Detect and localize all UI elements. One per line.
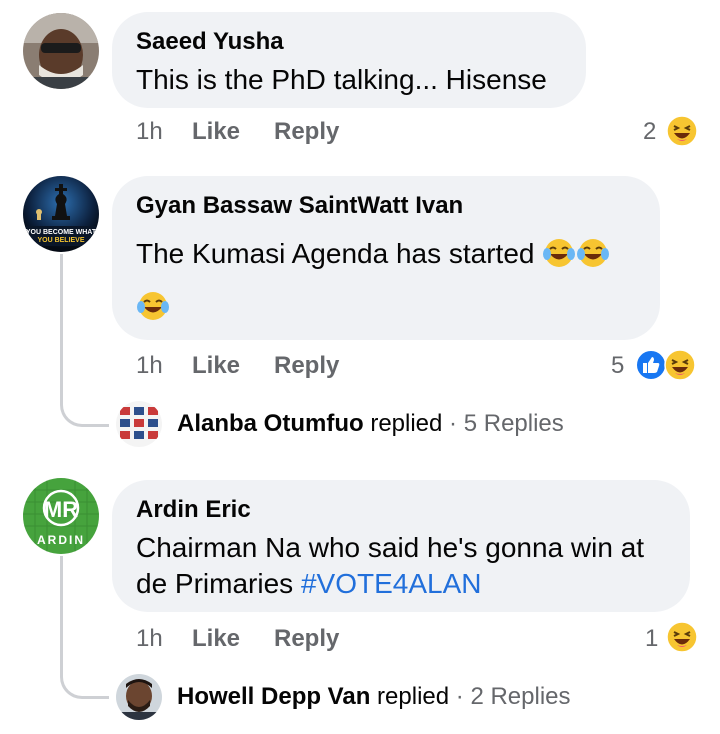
comment-time[interactable]: 1h <box>136 118 163 146</box>
replied-label: replied <box>370 410 443 437</box>
haha-icon[interactable] <box>664 349 696 386</box>
reaction-count[interactable]: 5 <box>611 352 624 380</box>
hashtag-link[interactable]: #VOTE4ALAN <box>301 568 482 599</box>
joy-emoji-icon <box>576 237 610 278</box>
reply-button[interactable]: Reply <box>274 625 339 653</box>
comment-text-content: The Kumasi Agenda has started <box>136 238 535 269</box>
reply-author: Howell Depp Van <box>177 683 371 710</box>
like-button[interactable]: Like <box>192 625 240 653</box>
avatar-saeed-yusha[interactable] <box>23 13 99 89</box>
avatar-photo: MR ARDIN <box>23 478 99 554</box>
avatar-photo <box>116 674 162 720</box>
avatar-photo <box>116 401 162 447</box>
view-replies-link[interactable]: Alanba Otumfuo replied · 5 Replies <box>177 410 564 438</box>
avatar-photo <box>23 13 99 89</box>
thread-connector <box>60 556 109 699</box>
haha-icon[interactable] <box>666 115 698 152</box>
comment-author[interactable]: Gyan Bassaw SaintWatt Ivan <box>136 192 463 220</box>
joy-emoji-icon <box>136 290 170 327</box>
reply-author: Alanba Otumfuo <box>177 410 364 437</box>
reply-separator: · <box>455 683 464 710</box>
joy-emoji-icon <box>542 237 576 278</box>
comment-text: This is the PhD talking... Hisense <box>136 64 547 95</box>
like-button[interactable]: Like <box>192 118 240 146</box>
like-icon[interactable] <box>634 348 668 387</box>
like-button[interactable]: Like <box>192 352 240 380</box>
reply-separator: · <box>449 410 458 437</box>
avatar-caption: ARDIN <box>37 533 85 547</box>
avatar-gyan-bassaw[interactable]: YOU BECOME WHAT YOU BELIEVE <box>23 176 99 252</box>
avatar-letters: MR <box>44 497 78 522</box>
reply-count: 5 Replies <box>463 410 564 437</box>
thread-connector <box>60 254 109 427</box>
reply-button[interactable]: Reply <box>274 352 339 380</box>
reply-button[interactable]: Reply <box>274 118 339 146</box>
comment-author[interactable]: Saeed Yusha <box>136 28 284 56</box>
comment-text-line: de Primaries <box>136 568 294 599</box>
reaction-count[interactable]: 1 <box>645 625 658 653</box>
avatar-photo: YOU BECOME WHAT YOU BELIEVE <box>23 176 99 252</box>
comment-time[interactable]: 1h <box>136 352 163 380</box>
view-replies-link[interactable]: Howell Depp Van replied · 2 Replies <box>177 683 571 711</box>
comment-text: The Kumasi Agenda has started <box>136 236 636 278</box>
avatar-howell-depp-van[interactable] <box>116 674 162 720</box>
reaction-count[interactable]: 2 <box>643 118 656 146</box>
comment-text: Chairman Na who said he's gonna win at d… <box>136 530 676 602</box>
comment-author[interactable]: Ardin Eric <box>136 496 251 524</box>
avatar-caption-line1: YOU BECOME WHAT <box>26 229 97 236</box>
replied-label: replied <box>377 683 450 710</box>
avatar-alanba-otumfuo[interactable] <box>116 401 162 447</box>
comment-time[interactable]: 1h <box>136 625 163 653</box>
comment-text-line: Chairman Na who said he's gonna win at <box>136 532 645 563</box>
avatar-ardin-eric[interactable]: MR ARDIN <box>23 478 99 554</box>
reply-count: 2 Replies <box>470 683 571 710</box>
avatar-caption-line2: YOU BELIEVE <box>37 237 84 244</box>
haha-icon[interactable] <box>666 621 698 658</box>
